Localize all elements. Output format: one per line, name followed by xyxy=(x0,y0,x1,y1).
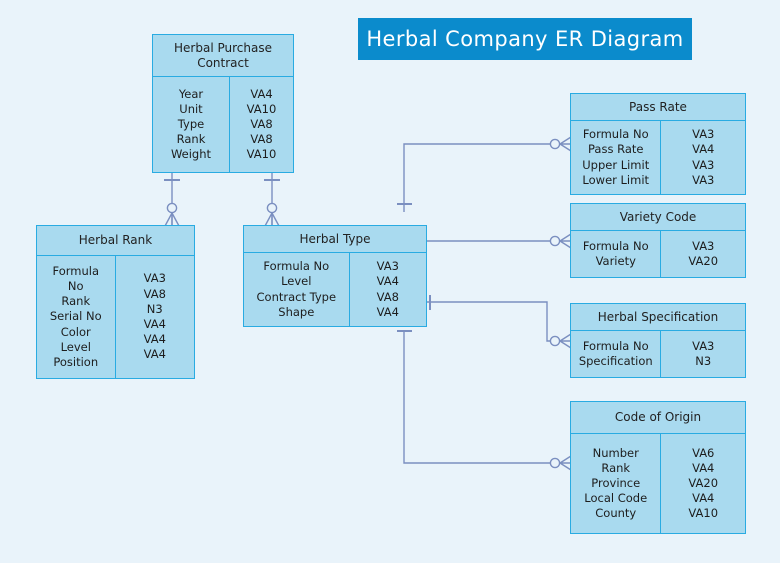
type-column: VA4 VA10 VA8 VA8 VA10 xyxy=(230,77,293,172)
attribute-type: VA4 xyxy=(143,332,166,347)
entity-herbal-rank[interactable]: Herbal Rank Formula No Rank Serial No Co… xyxy=(36,225,195,379)
attribute-column: Formula No Level Contract Type Shape xyxy=(244,253,350,326)
attribute-column: Formula No Specification xyxy=(571,331,662,377)
type-column: VA3 VA8 N3 VA4 VA4 VA4 xyxy=(116,256,195,378)
attribute-name: Rank xyxy=(61,294,91,309)
connector-type-to-pass-rate xyxy=(397,136,572,212)
entity-title: Herbal Type xyxy=(244,226,426,253)
attribute-name: Formula No xyxy=(263,259,330,274)
attribute-name: Rank xyxy=(176,132,206,147)
connector-type-to-herbal-specification xyxy=(427,295,572,349)
entity-title: Herbal Purchase Contract xyxy=(153,35,293,77)
attribute-name: Unit xyxy=(179,101,203,116)
attribute-type: VA8 xyxy=(143,286,166,301)
attribute-name: Number xyxy=(592,445,639,460)
attribute-column: Formula No Pass Rate Upper Limit Lower L… xyxy=(571,121,662,194)
attribute-name: Weight xyxy=(170,147,212,162)
attribute-type: VA4 xyxy=(376,304,399,319)
attribute-column: Number Rank Province Local Code County xyxy=(571,434,662,533)
attribute-name: Shape xyxy=(278,304,315,319)
attribute-type: VA6 xyxy=(692,445,715,460)
connector-contract-to-type xyxy=(264,173,280,227)
attribute-name: Contract Type xyxy=(256,289,337,304)
attribute-name: County xyxy=(595,506,637,521)
entity-body: Year Unit Type Rank Weight VA4 VA10 VA8 … xyxy=(153,77,293,172)
entity-title: Variety Code xyxy=(571,204,745,231)
attribute-type: VA4 xyxy=(143,347,166,362)
attribute-name: Position xyxy=(53,354,99,369)
attribute-type: VA3 xyxy=(692,338,715,353)
attribute-type: VA4 xyxy=(692,142,715,157)
attribute-column: Formula No Rank Serial No Color Level Po… xyxy=(37,256,116,378)
attribute-name: Upper Limit xyxy=(582,157,650,172)
entity-pass-rate[interactable]: Pass Rate Formula No Pass Rate Upper Lim… xyxy=(570,93,746,195)
entity-title: Code of Origin xyxy=(571,402,745,434)
attribute-name: Level xyxy=(281,274,312,289)
er-diagram-canvas: Herbal Company ER Diagram Herbal Purchas… xyxy=(0,0,780,563)
attribute-type: VA10 xyxy=(246,147,277,162)
type-column: VA3 VA4 VA3 VA3 xyxy=(661,121,745,194)
attribute-name: Level xyxy=(60,339,91,354)
entity-body: Formula No Variety VA3 VA20 xyxy=(571,231,745,277)
attribute-name: Type xyxy=(177,116,205,131)
attribute-name: Province xyxy=(591,475,641,490)
entity-herbal-purchase-contract[interactable]: Herbal Purchase Contract Year Unit Type … xyxy=(152,34,294,173)
attribute-type: VA3 xyxy=(692,157,715,172)
attribute-type: VA3 xyxy=(143,271,166,286)
type-column: VA3 VA4 VA8 VA4 xyxy=(350,253,426,326)
entity-code-of-origin[interactable]: Code of Origin Number Rank Province Loca… xyxy=(570,401,746,534)
attribute-name: Specification xyxy=(578,354,653,368)
attribute-name: Formula No xyxy=(582,338,649,353)
attribute-name: Rank xyxy=(601,460,631,475)
attribute-type: VA4 xyxy=(692,460,715,475)
attribute-type: VA10 xyxy=(246,101,277,116)
connector-contract-to-rank xyxy=(164,173,180,227)
attribute-name: Color xyxy=(60,324,91,339)
attribute-name: Formula No xyxy=(582,238,649,253)
type-column: VA6 VA4 VA20 VA4 VA10 xyxy=(661,434,745,533)
attribute-type: VA8 xyxy=(250,116,273,131)
attribute-type: VA4 xyxy=(143,317,166,331)
attribute-type: VA8 xyxy=(250,132,273,147)
entity-title: Herbal Rank xyxy=(37,226,194,256)
attribute-name: Formula No xyxy=(582,127,649,142)
entity-herbal-specification[interactable]: Herbal Specification Formula No Specific… xyxy=(570,303,746,378)
entity-title: Herbal Specification xyxy=(571,304,745,331)
attribute-name: Formula No xyxy=(52,263,100,294)
attribute-type: N3 xyxy=(146,301,163,316)
attribute-type: VA3 xyxy=(376,259,399,274)
entity-herbal-type[interactable]: Herbal Type Formula No Level Contract Ty… xyxy=(243,225,427,327)
entity-body: Formula No Rank Serial No Color Level Po… xyxy=(37,256,194,378)
attribute-name: Lower Limit xyxy=(582,172,650,187)
type-column: VA3 N3 xyxy=(661,331,745,377)
attribute-name: Pass Rate xyxy=(587,142,644,157)
diagram-title-banner: Herbal Company ER Diagram xyxy=(358,18,692,60)
type-column: VA3 VA20 xyxy=(661,231,745,277)
attribute-column: Year Unit Type Rank Weight xyxy=(153,77,230,172)
attribute-name: Year xyxy=(178,86,204,101)
attribute-type: N3 xyxy=(695,354,712,368)
attribute-type: VA20 xyxy=(688,254,719,268)
attribute-name: Variety xyxy=(595,254,636,268)
attribute-type: VA20 xyxy=(688,475,719,490)
entity-body: Number Rank Province Local Code County V… xyxy=(571,434,745,533)
attribute-type: VA4 xyxy=(250,86,273,101)
attribute-type: VA4 xyxy=(376,274,399,289)
entity-variety-code[interactable]: Variety Code Formula No Variety VA3 VA20 xyxy=(570,203,746,278)
connector-type-to-code-of-origin xyxy=(397,330,572,471)
attribute-type: VA3 xyxy=(692,127,715,142)
attribute-type: VA3 xyxy=(692,238,715,253)
attribute-type: VA10 xyxy=(688,506,719,521)
entity-body: Formula No Pass Rate Upper Limit Lower L… xyxy=(571,121,745,194)
attribute-column: Formula No Variety xyxy=(571,231,662,277)
attribute-name: Local Code xyxy=(584,491,648,506)
entity-title: Pass Rate xyxy=(571,94,745,121)
attribute-type: VA4 xyxy=(692,491,715,506)
entity-body: Formula No Specification VA3 N3 xyxy=(571,331,745,377)
attribute-type: VA3 xyxy=(692,172,715,187)
connector-type-to-variety-code xyxy=(419,233,572,249)
entity-body: Formula No Level Contract Type Shape VA3… xyxy=(244,253,426,326)
attribute-type: VA8 xyxy=(376,289,399,304)
attribute-name: Serial No xyxy=(49,309,102,324)
